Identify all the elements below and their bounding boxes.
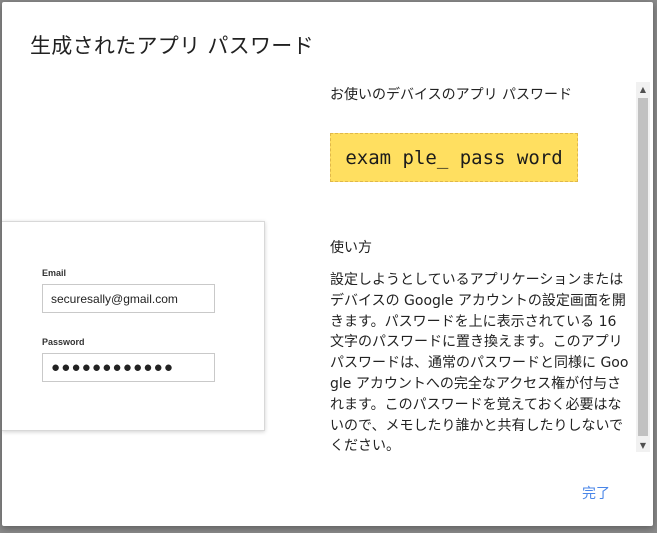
email-label: Email [42, 268, 67, 278]
app-password-value[interactable]: exam ple_ pass word [330, 133, 578, 182]
email-field: securesally@gmail.com [42, 284, 215, 313]
vertical-scrollbar[interactable]: ▲ ▼ [636, 82, 650, 452]
done-button[interactable]: 完了 [574, 479, 618, 507]
scrollbar-thumb[interactable] [638, 98, 648, 436]
instructions-pane[interactable]: お使いのデバイスのアプリ パスワード exam ple_ pass word 使… [329, 74, 632, 452]
login-illustration: Email securesally@gmail.com Password ●●●… [2, 221, 265, 431]
device-password-label: お使いのデバイスのアプリ パスワード [330, 87, 573, 103]
password-dots: ●●●●●●●●●●●● [51, 359, 175, 376]
howto-text: 設定しようとしているアプリケーションまたはデバイスの Google アカウントの… [330, 272, 629, 452]
email-value: securesally@gmail.com [51, 291, 178, 306]
app-password-dialog: 生成されたアプリ パスワード Email securesally@gmail.c… [2, 2, 653, 526]
howto-heading: 使い方 [330, 240, 372, 256]
dialog-title: 生成されたアプリ パスワード [30, 34, 314, 58]
scroll-down-arrow-icon[interactable]: ▼ [636, 438, 650, 452]
password-field: ●●●●●●●●●●●● [42, 353, 215, 382]
scroll-up-arrow-icon[interactable]: ▲ [636, 82, 650, 96]
password-label: Password [42, 337, 85, 347]
